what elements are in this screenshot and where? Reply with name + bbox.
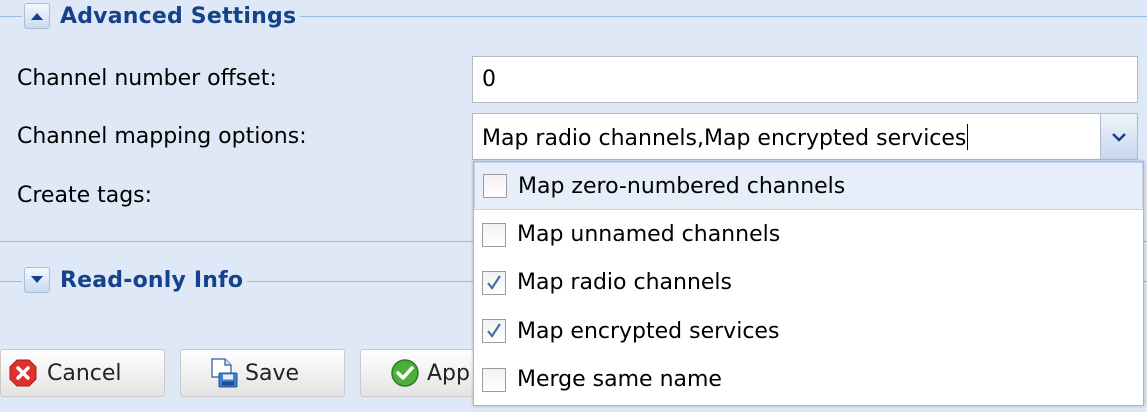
- cancel-button[interactable]: Cancel: [0, 349, 165, 397]
- channel-offset-input[interactable]: 0: [472, 56, 1138, 103]
- cancel-icon: [7, 357, 39, 389]
- dropdown-item-radio[interactable]: Map radio channels: [474, 259, 1143, 307]
- combo-trigger-button[interactable]: [1100, 114, 1137, 159]
- channel-mapping-value: Map radio channels,Map encrypted service…: [482, 126, 967, 151]
- chevron-up-icon: [31, 13, 43, 20]
- save-label: Save: [245, 360, 300, 386]
- readonly-info-title: Read-only Info: [60, 267, 244, 293]
- advanced-settings-title: Advanced Settings: [60, 3, 297, 29]
- dropdown-item-label: Map zero-numbered channels: [518, 173, 846, 199]
- collapse-toggle-button[interactable]: [24, 3, 50, 29]
- channel-mapping-label: Channel mapping options:: [17, 124, 307, 149]
- checkmark-icon: [487, 323, 501, 339]
- dropdown-item-label: Merge same name: [517, 367, 722, 393]
- channel-offset-value: 0: [482, 67, 496, 92]
- apply-label: App: [427, 360, 470, 386]
- checkbox-unchecked[interactable]: [482, 222, 506, 247]
- readonly-info-legend: Read-only Info: [22, 267, 248, 293]
- chevron-down-icon: [1112, 132, 1126, 142]
- dropdown-item-label: Map unnamed channels: [517, 222, 781, 248]
- create-tags-label: Create tags:: [17, 183, 153, 208]
- checkmark-icon: [487, 275, 501, 290]
- channel-mapping-combo[interactable]: Map radio channels,Map encrypted service…: [472, 113, 1138, 160]
- checkbox-checked[interactable]: [482, 319, 506, 344]
- save-button[interactable]: Save: [180, 349, 345, 397]
- text-caret: [967, 124, 969, 150]
- chevron-down-icon: [31, 276, 43, 283]
- dropdown-item-merge[interactable]: Merge same name: [474, 356, 1143, 404]
- dropdown-item-encrypted[interactable]: Map encrypted services: [474, 307, 1143, 355]
- cancel-label: Cancel: [47, 360, 122, 386]
- dropdown-item-zero-numbered[interactable]: Map zero-numbered channels: [474, 162, 1143, 211]
- channel-mapping-dropdown: Map zero-numbered channels Map unnamed c…: [473, 161, 1144, 406]
- checkbox-unchecked[interactable]: [482, 367, 506, 392]
- advanced-settings-legend: Advanced Settings: [22, 3, 301, 29]
- checkbox-checked[interactable]: [482, 270, 506, 295]
- channel-offset-label: Channel number offset:: [17, 66, 277, 91]
- dropdown-item-unnamed[interactable]: Map unnamed channels: [474, 210, 1143, 258]
- expand-toggle-button[interactable]: [24, 267, 50, 293]
- save-icon: [207, 357, 239, 389]
- checkbox-unchecked[interactable]: [483, 174, 507, 199]
- dropdown-item-label: Map encrypted services: [517, 318, 780, 344]
- dropdown-item-label: Map radio channels: [517, 270, 732, 296]
- apply-button[interactable]: App: [360, 349, 480, 397]
- checkmark-circle-icon: [389, 357, 421, 389]
